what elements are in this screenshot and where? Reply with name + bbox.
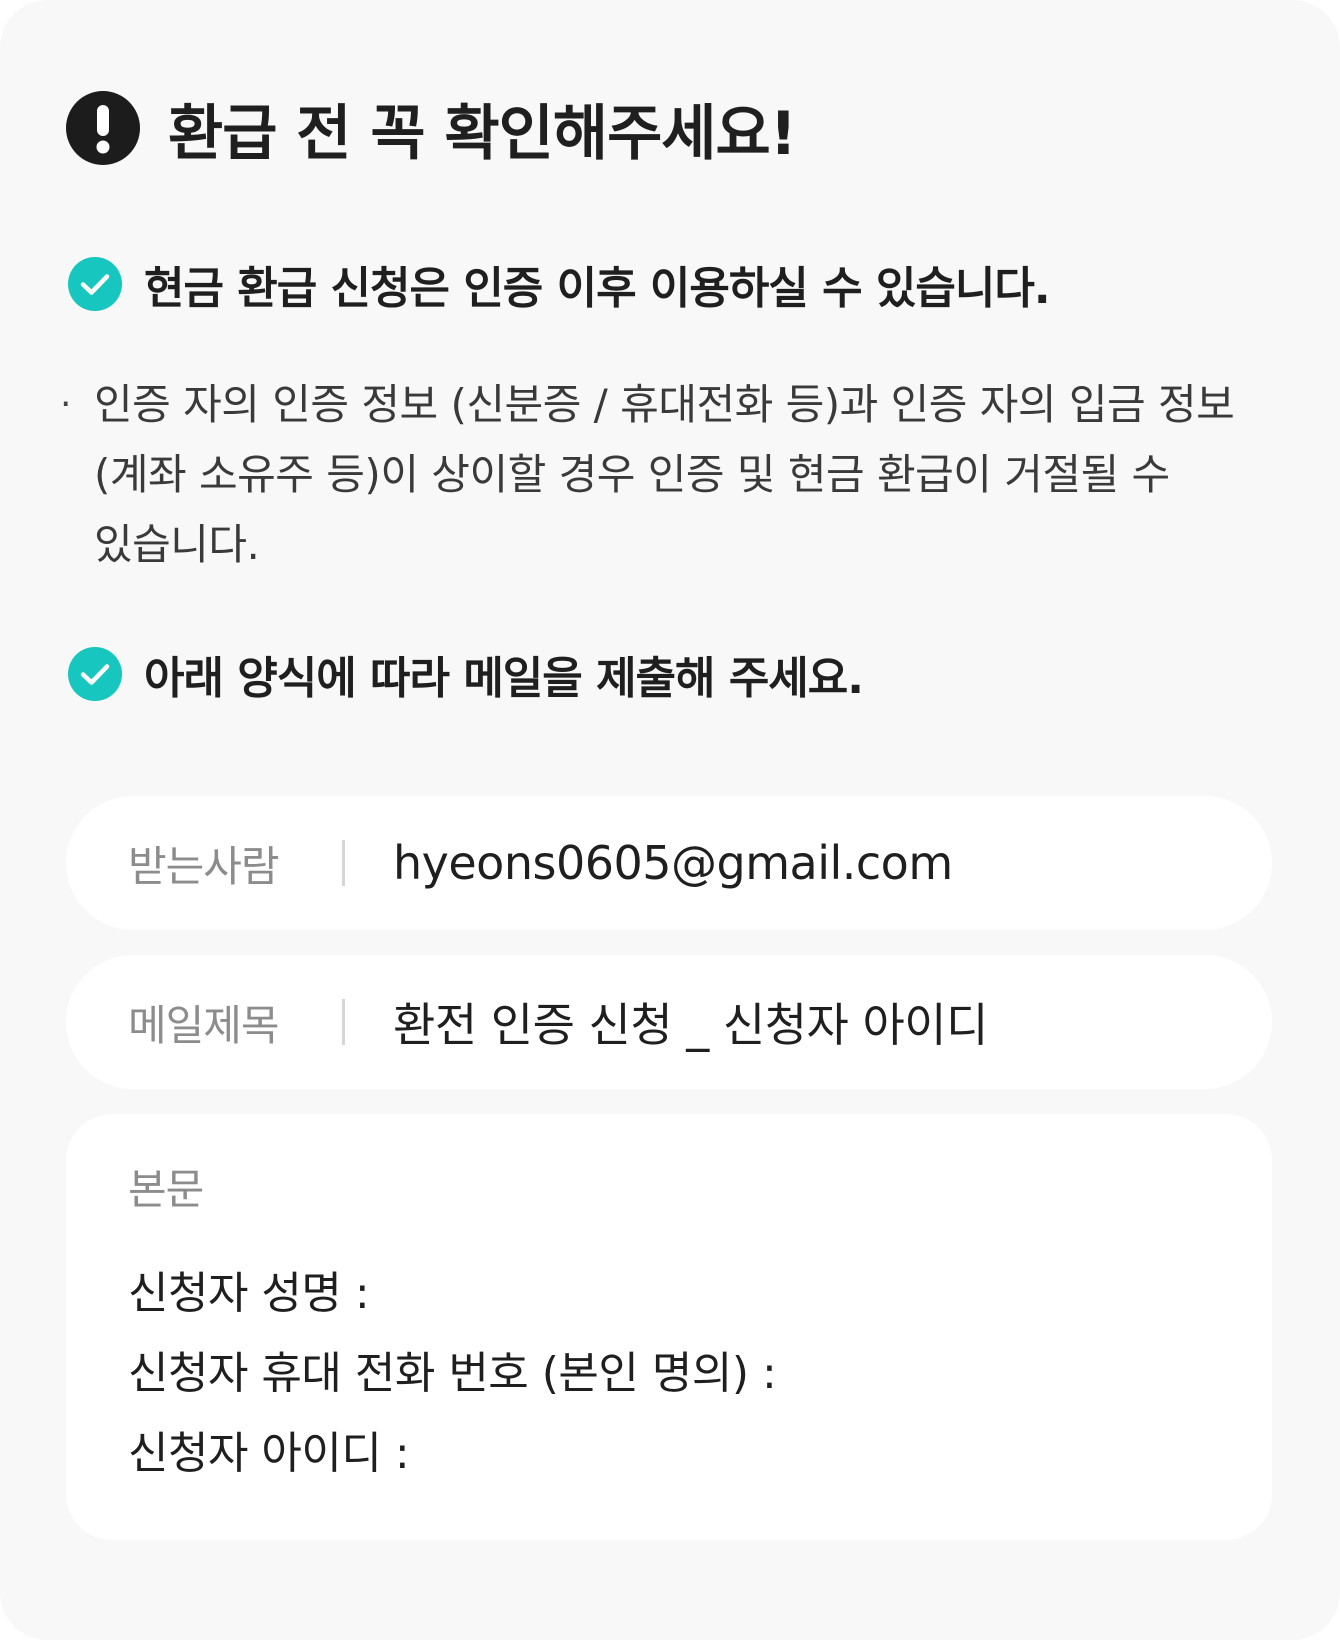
recipient-email[interactable]: hyeons0605@gmail.com <box>393 836 953 890</box>
recipient-label: 받는사람 <box>128 841 280 891</box>
body-lines: 신청자 성명 : 신청자 휴대 전화 번호 (본인 명의) : 신청자 아이디 … <box>128 1254 1210 1494</box>
page-title: 환급 전 꼭 확인해주세요! <box>168 98 797 169</box>
email-body-template[interactable]: 본문 신청자 성명 : 신청자 휴대 전화 번호 (본인 명의) : 신청자 아… <box>66 1114 1272 1540</box>
subject-field[interactable]: 메일제목 환전 인증 신청 _ 신청자 아이디 <box>66 955 1272 1089</box>
body-line-name: 신청자 성명 : <box>128 1268 370 1319</box>
field-divider <box>342 999 345 1045</box>
subject-value[interactable]: 환전 인증 신청 _ 신청자 아이디 <box>393 989 988 1055</box>
exclamation-circle-icon <box>66 91 140 165</box>
note-text: 인증 자의 인증 정보 (신분증 / 휴대전화 등)과 인증 자의 입금 정보 … <box>94 380 1235 569</box>
note-bullet: · <box>60 384 72 425</box>
notice-header: 환급 전 꼭 확인해주세요! <box>66 88 797 169</box>
body-line-phone: 신청자 휴대 전화 번호 (본인 명의) : <box>128 1348 777 1399</box>
refund-notice-card: 환급 전 꼭 확인해주세요! 현금 환급 신청은 인증 이후 이용하실 수 있습… <box>0 0 1340 1640</box>
section-email-form: 아래 양식에 따라 메일을 제출해 주세요. <box>68 644 864 704</box>
notice-note: · 인증 자의 인증 정보 (신분증 / 휴대전화 등)과 인증 자의 입금 정… <box>60 370 1260 580</box>
section-title: 아래 양식에 따라 메일을 제출해 주세요. <box>144 653 864 704</box>
body-line-id: 신청자 아이디 : <box>128 1428 410 1479</box>
body-label: 본문 <box>128 1165 204 1214</box>
subject-label: 메일제목 <box>128 1000 280 1050</box>
section-title: 현금 환급 신청은 인증 이후 이용하실 수 있습니다. <box>144 263 1051 314</box>
section-verification-required: 현금 환급 신청은 인증 이후 이용하실 수 있습니다. <box>68 254 1051 314</box>
check-circle-icon <box>68 257 122 311</box>
field-divider <box>342 840 345 886</box>
recipient-field[interactable]: 받는사람 hyeons0605@gmail.com <box>66 796 1272 930</box>
check-circle-icon <box>68 647 122 701</box>
